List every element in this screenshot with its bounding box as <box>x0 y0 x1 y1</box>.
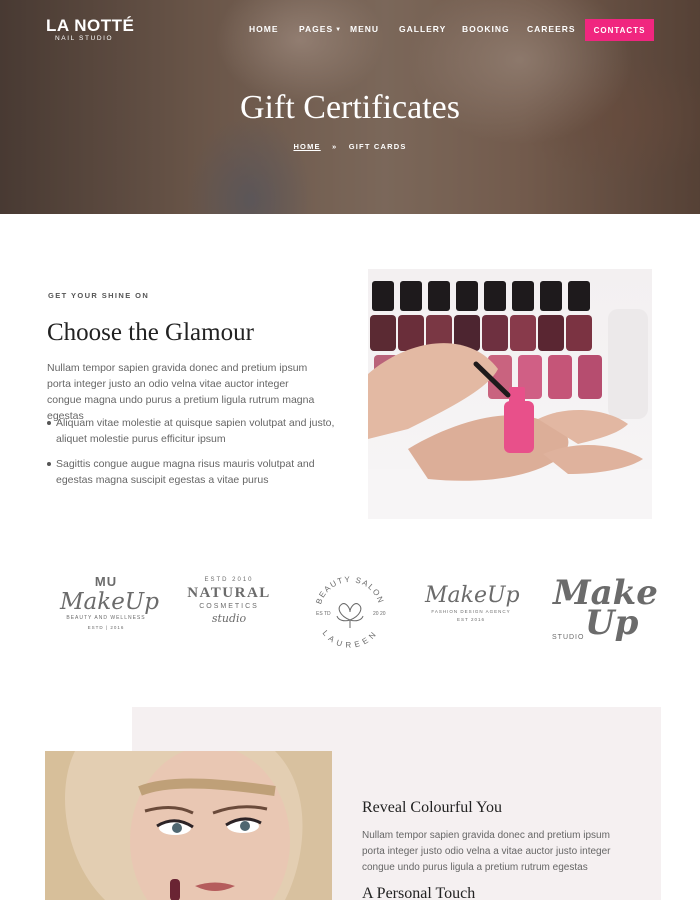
salon-left-label: ES TD <box>316 611 331 617</box>
brand-established: ESTD | 2016 <box>87 625 125 630</box>
section-eyebrow: GET YOUR SHINE ON <box>48 291 150 300</box>
model-portrait-photo <box>45 751 332 900</box>
brand-tagline: COSMETICS <box>199 603 259 610</box>
brand-logo-makeup-studio: Make Up STUDIO <box>551 575 658 655</box>
brand-logos: MU MakeUp BEAUTY AND WELLNESS ESTD | 201… <box>0 565 700 665</box>
brand-tagline: BEAUTY AND WELLNESS <box>66 615 146 621</box>
nav-pages-label: PAGES <box>299 24 334 34</box>
nail-polish-photo <box>368 269 652 519</box>
brand-script: studio <box>211 612 247 625</box>
hero-banner: LA NOTTÉ NAIL STUDIO HOME PAGES ▼ MENU GA… <box>0 0 700 214</box>
nav-gallery[interactable]: GALLERY <box>399 24 446 34</box>
nav-pages[interactable]: PAGES ▼ <box>299 24 342 34</box>
feature-subheading: A Personal Touch <box>362 885 476 902</box>
brand-tagline: FASHION DESIGN AGENCY <box>431 609 511 614</box>
brand-name: MU <box>94 574 118 589</box>
brand-established: EST 2016 <box>457 617 485 622</box>
svg-text:LAUREEN: LAUREEN <box>321 629 380 650</box>
nav-booking[interactable]: BOOKING <box>462 24 510 34</box>
logo-subtitle: NAIL STUDIO <box>55 35 114 42</box>
breadcrumb-home-link[interactable]: HOME <box>293 142 320 151</box>
caret-down-icon: ▼ <box>335 27 343 33</box>
feature-heading: Reveal Colourful You <box>362 799 502 816</box>
breadcrumb: HOME » GIFT CARDS <box>0 142 700 151</box>
section-heading: Choose the Glamour <box>47 319 254 346</box>
flower-icon <box>336 603 364 628</box>
nav-menu[interactable]: MENU <box>350 24 379 34</box>
brand-tagline: STUDIO <box>552 634 585 641</box>
brand-script-second: Up <box>585 603 639 643</box>
salon-right-label: 20 20 <box>373 611 386 617</box>
salon-emblem: BEAUTY SALON LAUREEN ES TD 20 20 <box>314 575 386 650</box>
list-item: Aliquam vitae molestie at quisque sapien… <box>47 415 337 447</box>
page-title: Gift Certificates <box>240 89 460 126</box>
brand-script: MakeUp <box>425 583 520 608</box>
feature-list: Aliquam vitae molestie at quisque sapien… <box>47 415 337 497</box>
brand-script: MakeUp <box>60 589 159 615</box>
salon-arc-bottom: LAUREEN <box>321 629 377 650</box>
brand-logo-makeup-fashion: MakeUp FASHION DESIGN AGENCY EST 2016 <box>425 583 520 622</box>
svg-text:BEAUTY SALON: BEAUTY SALON <box>314 575 386 605</box>
breadcrumb-separator: » <box>332 142 338 151</box>
site-logo[interactable]: LA NOTTÉ NAIL STUDIO <box>46 17 134 43</box>
breadcrumb-current: GIFT CARDS <box>348 142 407 151</box>
feature-paragraph: Nullam tempor sapien gravida donec and p… <box>362 830 611 873</box>
brand-name: NATURAL <box>187 585 271 601</box>
nail-polish-illustration <box>368 281 652 519</box>
portrait-illustration <box>45 751 332 900</box>
brand-logo-beauty-salon: BEAUTY SALON LAUREEN ES TD 20 20 <box>310 572 390 652</box>
nav-home[interactable]: HOME <box>249 24 279 34</box>
list-item: Sagittis congue augue magna risus mauris… <box>47 456 337 488</box>
salon-arc-top: BEAUTY SALON <box>314 575 384 605</box>
logo-title: LA NOTTÉ <box>46 16 135 35</box>
nav-careers[interactable]: CAREERS <box>527 24 576 34</box>
brand-logo-mu-makeup: MU MakeUp BEAUTY AND WELLNESS ESTD | 201… <box>60 574 159 631</box>
contacts-button[interactable]: CONTACTS <box>585 19 654 41</box>
brand-logo-natural: ESTD 2010 NATURAL COSMETICS studio <box>184 577 274 625</box>
